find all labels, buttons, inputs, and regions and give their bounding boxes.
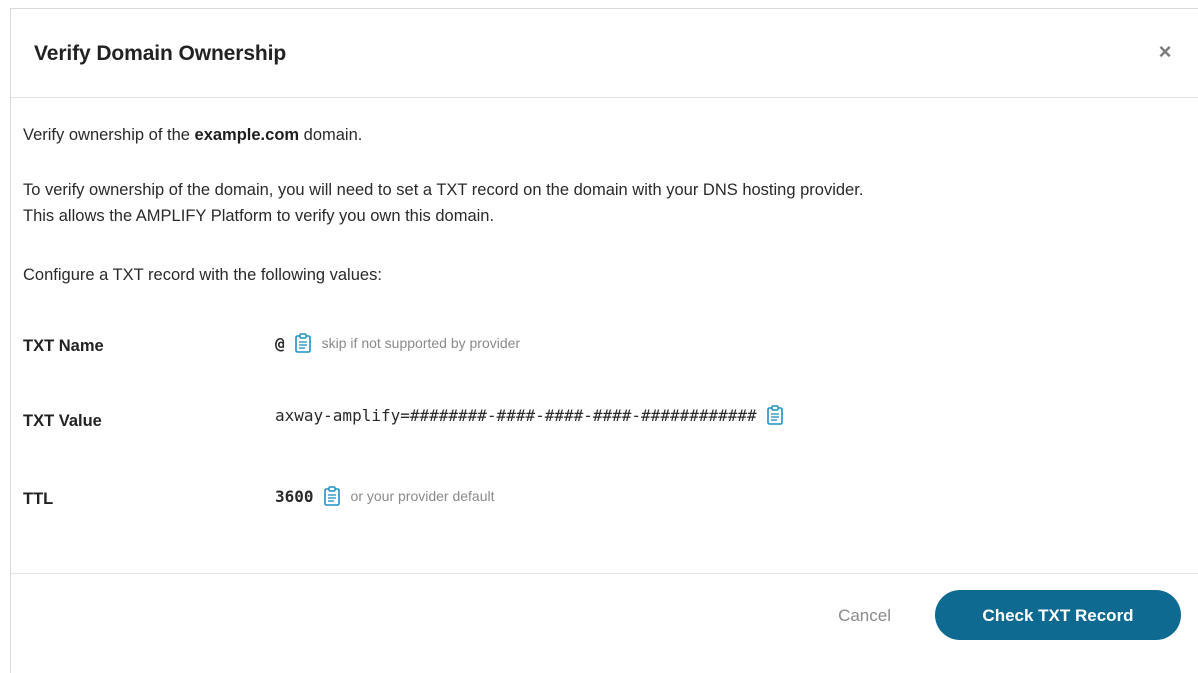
intro-text: Verify ownership of the example.com doma…: [23, 122, 362, 148]
ttl-value: 3600: [275, 486, 314, 506]
ttl-label: TTL: [23, 490, 54, 508]
dialog-title: Verify Domain Ownership: [34, 42, 287, 65]
close-icon[interactable]: ×: [1154, 41, 1176, 63]
configure-text: Configure a TXT record with the followin…: [23, 266, 382, 284]
intro-suffix: domain.: [299, 126, 363, 144]
clipboard-icon[interactable]: [766, 405, 783, 425]
explanation-text: To verify ownership of the domain, you w…: [23, 177, 1163, 229]
clipboard-icon[interactable]: [323, 486, 340, 506]
cancel-button[interactable]: Cancel: [838, 606, 891, 626]
txt-name-value-row: @ skip if not supported by provider: [275, 333, 520, 353]
txt-value-value-row: axway-amplify=########-####-####-####-##…: [275, 405, 783, 425]
check-txt-record-button[interactable]: Check TXT Record: [935, 590, 1181, 640]
txt-name-hint: skip if not supported by provider: [321, 335, 521, 351]
txt-value-value: axway-amplify=########-####-####-####-##…: [275, 405, 757, 425]
txt-value-label: TXT Value: [23, 412, 102, 430]
explanation-line-1: To verify ownership of the domain, you w…: [23, 181, 864, 199]
dialog-header: Verify Domain Ownership ×: [11, 9, 1198, 98]
ttl-value-row: 3600 or your provider default: [275, 486, 495, 506]
txt-name-value: @: [275, 333, 285, 353]
clipboard-icon[interactable]: [294, 333, 311, 353]
txt-name-label: TXT Name: [23, 337, 104, 355]
explanation-line-2: This allows the AMPLIFY Platform to veri…: [23, 207, 495, 225]
ttl-hint: or your provider default: [350, 488, 495, 504]
domain-name: example.com: [194, 126, 300, 144]
intro-prefix: Verify ownership of the: [23, 126, 195, 144]
footer-divider: [11, 573, 1198, 574]
